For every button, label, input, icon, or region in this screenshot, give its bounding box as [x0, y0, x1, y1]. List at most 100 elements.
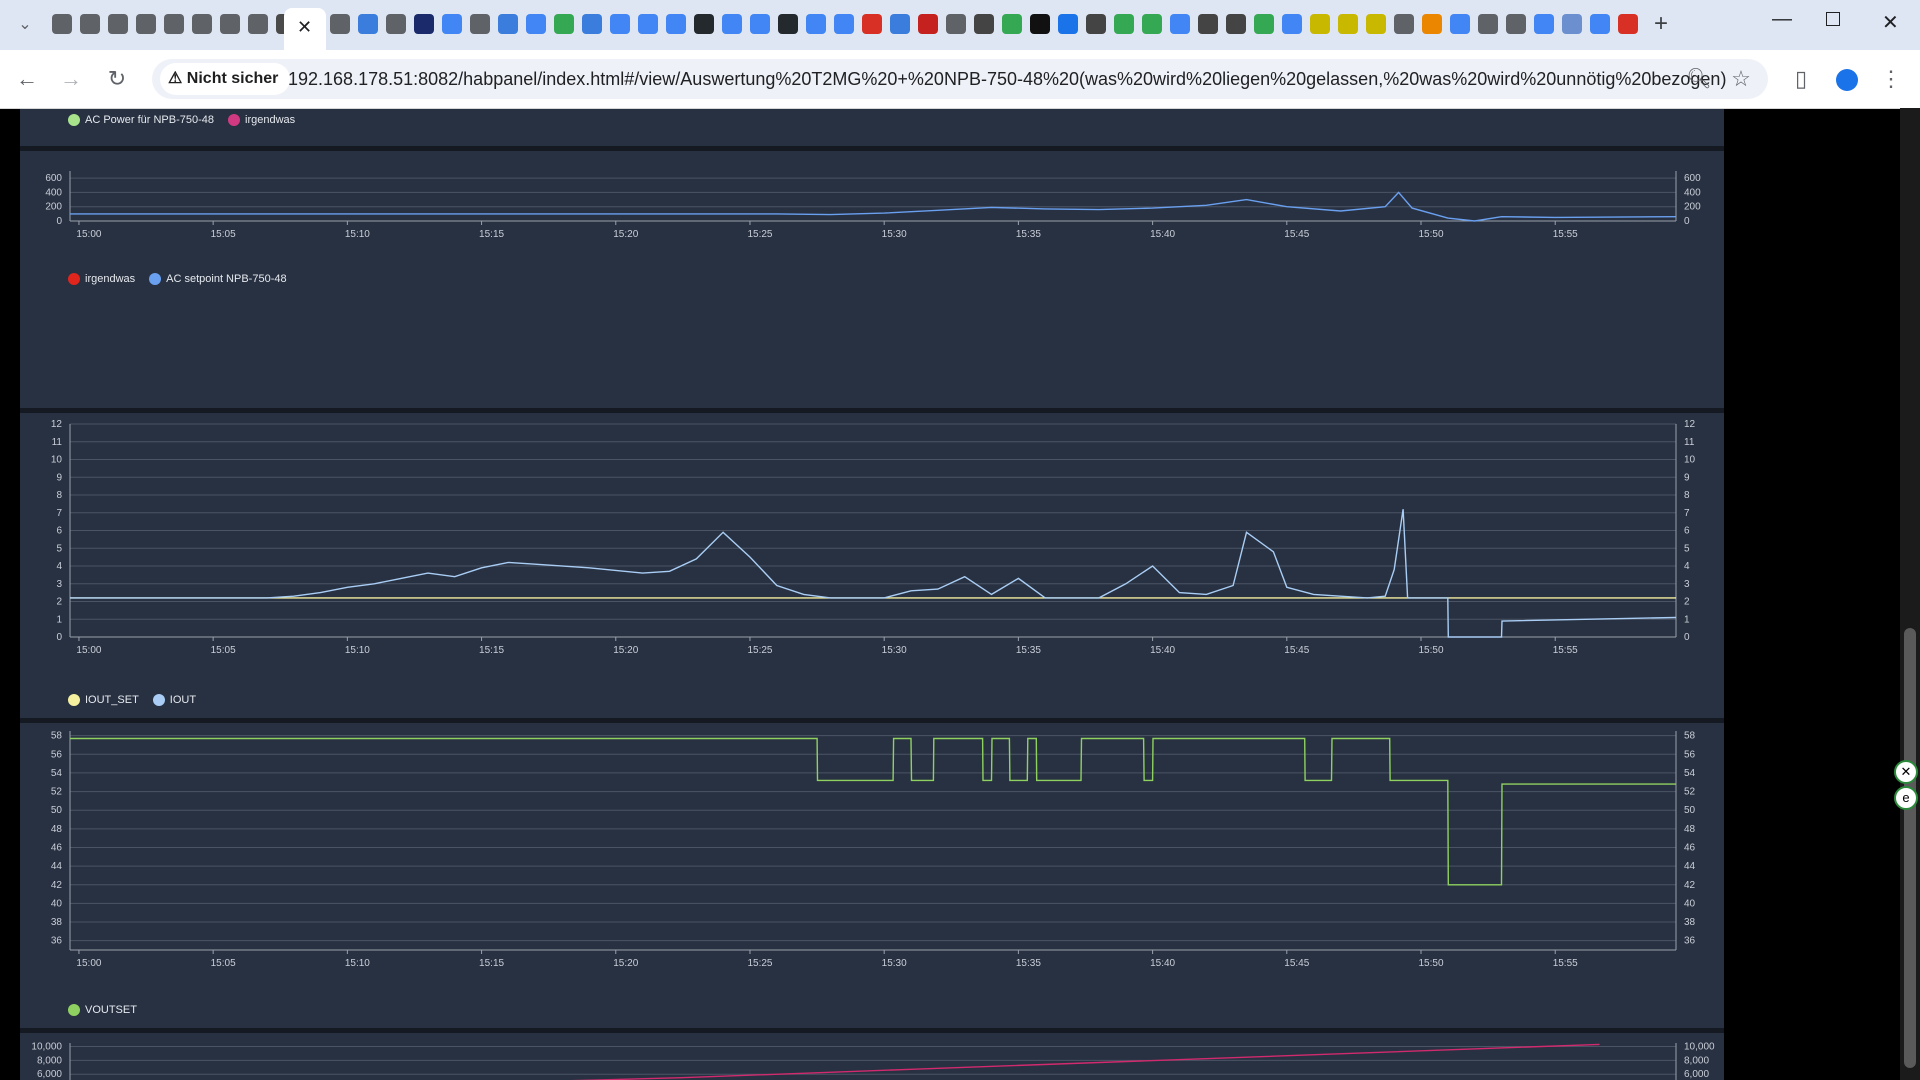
- tab-favicon-icon[interactable]: [834, 14, 854, 34]
- reload-icon[interactable]: ↻: [102, 64, 132, 94]
- y-tick-label-right: 44: [1684, 861, 1696, 872]
- tab-favicon-icon[interactable]: [386, 14, 406, 34]
- legend-item[interactable]: IOUT_SET: [68, 694, 139, 706]
- y-tick-label: 1: [56, 614, 62, 625]
- tab-favicon-icon[interactable]: [1086, 14, 1106, 34]
- menu-icon[interactable]: ⋮: [1876, 64, 1906, 94]
- active-tab[interactable]: ✕: [284, 8, 326, 50]
- close-window-icon[interactable]: ✕: [1882, 10, 1899, 35]
- tab-favicon-icon[interactable]: [192, 14, 212, 34]
- legend-item[interactable]: irgendwas: [228, 114, 295, 126]
- tab-favicon-icon[interactable]: [248, 14, 268, 34]
- tab-favicon-icon[interactable]: [470, 14, 490, 34]
- tab-favicon-icon[interactable]: [414, 14, 434, 34]
- tab-favicon-icon[interactable]: [164, 14, 184, 34]
- x-tick-label: 15:50: [1418, 958, 1443, 969]
- legend-item[interactable]: IOUT: [152, 694, 196, 706]
- legend-item[interactable]: AC Power für NPB-750-48: [68, 114, 214, 126]
- tab-favicon-icon[interactable]: [526, 14, 546, 34]
- tab-favicon-icon[interactable]: [1338, 14, 1358, 34]
- tab-favicon-icon[interactable]: [1366, 14, 1386, 34]
- y-tick-label-right: 9: [1684, 472, 1690, 483]
- tab-favicon-icon[interactable]: [1002, 14, 1022, 34]
- extension-e-icon[interactable]: e: [1894, 786, 1918, 810]
- y-tick-label-right: 3: [1684, 579, 1690, 590]
- tab-favicon-icon[interactable]: [1142, 14, 1162, 34]
- tab-favicon-icon[interactable]: [890, 14, 910, 34]
- x-tick-label: 15:50: [1418, 229, 1443, 240]
- legend-item[interactable]: irgendwas: [68, 273, 135, 285]
- minimize-icon[interactable]: —: [1772, 8, 1792, 31]
- tab-favicon-icon[interactable]: [1310, 14, 1330, 34]
- tab-favicon-icon[interactable]: [666, 14, 686, 34]
- tab-favicon-icon[interactable]: [554, 14, 574, 34]
- y-tick-label-right: 400: [1684, 187, 1701, 198]
- back-icon[interactable]: ←: [12, 64, 42, 94]
- restore-icon[interactable]: [1826, 12, 1840, 26]
- tab-search-icon[interactable]: ⌄: [10, 10, 40, 40]
- tab-favicon-icon[interactable]: [1226, 14, 1246, 34]
- tab-favicon-icon[interactable]: [330, 14, 350, 34]
- y-tick-label-right: 54: [1684, 768, 1696, 779]
- tab-favicon-icon[interactable]: [722, 14, 742, 34]
- tab-favicon-icon[interactable]: [358, 14, 378, 34]
- tab-favicon-icon[interactable]: [1618, 14, 1638, 34]
- tab-favicon-icon[interactable]: [946, 14, 966, 34]
- x-tick-label: 15:55: [1553, 958, 1578, 969]
- close-tab-icon[interactable]: ✕: [297, 17, 312, 38]
- tab-favicon-icon[interactable]: [1506, 14, 1526, 34]
- new-tab-button[interactable]: +: [1654, 10, 1668, 38]
- tab-favicon-icon[interactable]: [1058, 14, 1078, 34]
- scrollbar-thumb[interactable]: [1904, 628, 1916, 1068]
- tab-favicon-icon[interactable]: [1422, 14, 1442, 34]
- tab-favicon-icon[interactable]: [220, 14, 240, 34]
- tab-favicon-icon[interactable]: [974, 14, 994, 34]
- x-tick-label: 15:35: [1016, 645, 1041, 656]
- forward-icon[interactable]: →: [56, 64, 86, 94]
- tab-favicon-icon[interactable]: [694, 14, 714, 34]
- page-scrollbar[interactable]: [1900, 108, 1920, 1080]
- tab-favicon-icon[interactable]: [136, 14, 156, 34]
- tab-favicon-icon[interactable]: [1114, 14, 1134, 34]
- x-tick-label: 15:05: [211, 229, 236, 240]
- tab-favicon-icon[interactable]: [1394, 14, 1414, 34]
- zoom-icon[interactable]: 🔍︎: [1684, 64, 1714, 94]
- tab-favicon-icon[interactable]: [610, 14, 630, 34]
- tab-favicon-icon[interactable]: [1562, 14, 1582, 34]
- legend-swatch: [68, 114, 80, 126]
- tab-favicon-icon[interactable]: [1198, 14, 1218, 34]
- tab-favicon-icon[interactable]: [1450, 14, 1470, 34]
- bookmark-star-icon[interactable]: ☆: [1726, 64, 1756, 94]
- tab-favicon-icon[interactable]: [862, 14, 882, 34]
- y-tick-label-right: 56: [1684, 749, 1696, 760]
- tab-favicon-icon[interactable]: [918, 14, 938, 34]
- chart-voutset: 36 36 38 38 40 40 42 42 44 44 46 46 48 48 50 50 52 52 54 54…: [51, 731, 1696, 969]
- tab-favicon-icon[interactable]: [1534, 14, 1554, 34]
- legend-swatch: [68, 1004, 80, 1016]
- tab-favicon-icon[interactable]: [80, 14, 100, 34]
- tab-favicon-icon[interactable]: [750, 14, 770, 34]
- address-bar[interactable]: ⚠ Nicht sicher 192.168.178.51:8082/habpa…: [152, 59, 1768, 99]
- tab-favicon-icon[interactable]: [108, 14, 128, 34]
- tab-favicon-icon[interactable]: [1282, 14, 1302, 34]
- tab-favicon-icon[interactable]: [806, 14, 826, 34]
- side-panel-icon[interactable]: ▯: [1786, 64, 1816, 94]
- tab-favicon-icon[interactable]: [498, 14, 518, 34]
- tab-favicon-icon[interactable]: [1030, 14, 1050, 34]
- legend-item[interactable]: VOUTSET: [68, 1004, 137, 1016]
- tab-favicon-icon[interactable]: [52, 14, 72, 34]
- tab-favicon-icon[interactable]: [582, 14, 602, 34]
- tab-favicon-icon[interactable]: [638, 14, 658, 34]
- close-circle-icon[interactable]: ✕: [1894, 760, 1918, 784]
- security-chip[interactable]: ⚠ Nicht sicher: [160, 63, 291, 95]
- tab-favicon-icon[interactable]: [1590, 14, 1610, 34]
- profile-avatar-icon[interactable]: [1832, 64, 1862, 94]
- legend-item[interactable]: AC setpoint NPB-750-48: [149, 273, 287, 285]
- tab-favicon-icon[interactable]: [778, 14, 798, 34]
- tab-favicon-icon[interactable]: [1254, 14, 1274, 34]
- tab-favicon-icon[interactable]: [1478, 14, 1498, 34]
- tab-favicon-icon[interactable]: [442, 14, 462, 34]
- series-line: [70, 509, 1677, 638]
- tab-favicon-icon[interactable]: [1170, 14, 1190, 34]
- url-text[interactable]: 192.168.178.51:8082/habpanel/index.html#…: [288, 59, 1726, 99]
